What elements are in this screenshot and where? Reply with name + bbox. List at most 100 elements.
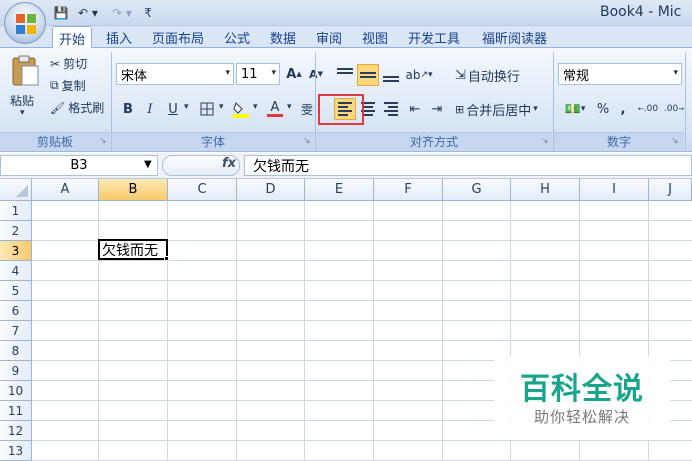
number-launcher-icon[interactable]: ↘ bbox=[670, 136, 680, 146]
tab-home[interactable]: 开始 bbox=[52, 26, 93, 49]
cut-button[interactable]: ✂ 剪切 bbox=[50, 55, 87, 72]
save-icon[interactable]: 💾 bbox=[52, 4, 70, 22]
paste-dropdown-icon[interactable]: ▾ bbox=[20, 108, 25, 118]
select-all-button[interactable] bbox=[0, 179, 32, 201]
highlight-box bbox=[318, 94, 364, 125]
grid-line bbox=[32, 340, 692, 341]
grid-line bbox=[32, 280, 692, 281]
column-header[interactable]: J bbox=[649, 179, 692, 201]
paste-icon[interactable] bbox=[8, 54, 42, 88]
accounting-format-icon[interactable]: 💵 ▾ bbox=[558, 98, 592, 120]
row-header[interactable]: 3 bbox=[0, 241, 32, 261]
decrease-decimal-button[interactable]: .00 → bbox=[662, 98, 686, 120]
underline-dropdown-icon[interactable]: ▾ bbox=[184, 102, 189, 112]
row-header[interactable]: 8 bbox=[0, 341, 32, 361]
office-logo-icon bbox=[16, 14, 36, 34]
insert-function-icon[interactable]: fx bbox=[222, 156, 236, 171]
number-format-combo[interactable]: 常规 ▾ bbox=[558, 63, 682, 85]
column-header[interactable]: A bbox=[32, 179, 99, 201]
column-header[interactable]: G bbox=[443, 179, 511, 201]
row-header[interactable]: 1 bbox=[0, 201, 32, 221]
font-color-dropdown-icon[interactable]: ▾ bbox=[287, 102, 292, 112]
paste-button[interactable]: 粘贴 bbox=[10, 92, 34, 109]
chevron-down-icon: ▾ bbox=[225, 68, 230, 78]
fill-color-dropdown-icon[interactable]: ▾ bbox=[253, 102, 258, 112]
borders-dropdown-icon[interactable]: ▾ bbox=[219, 102, 224, 112]
align-bottom-icon[interactable] bbox=[380, 64, 402, 86]
redo-icon[interactable]: ↷ ▾ bbox=[108, 4, 136, 22]
column-header[interactable]: B bbox=[99, 179, 168, 201]
increase-decimal-button[interactable]: ← .00 bbox=[636, 98, 660, 120]
row-header[interactable]: 13 bbox=[0, 441, 32, 461]
wrap-text-button[interactable]: ⇲ 自动换行 bbox=[454, 64, 544, 86]
row-header[interactable]: 11 bbox=[0, 401, 32, 421]
chevron-down-icon: ▾ bbox=[271, 68, 276, 78]
tab-formulas[interactable]: 公式 bbox=[218, 27, 256, 48]
brush-icon: 🖌 bbox=[50, 100, 66, 115]
font-color-icon[interactable]: A bbox=[264, 98, 286, 120]
column-header[interactable]: H bbox=[511, 179, 580, 201]
orientation-icon[interactable]: ab ↗▾ bbox=[404, 64, 434, 86]
column-header[interactable]: F bbox=[374, 179, 443, 201]
font-launcher-icon[interactable]: ↘ bbox=[302, 136, 312, 146]
column-header[interactable]: C bbox=[168, 179, 237, 201]
tab-view[interactable]: 视图 bbox=[356, 27, 394, 48]
name-box[interactable]: B3 bbox=[0, 155, 158, 176]
grid-line bbox=[32, 220, 692, 221]
wrap-text-icon: ⇲ bbox=[455, 67, 466, 83]
align-top-icon[interactable] bbox=[334, 64, 356, 86]
tab-data[interactable]: 数据 bbox=[264, 27, 302, 48]
undo-icon[interactable]: ↶ ▾ bbox=[74, 4, 102, 22]
align-middle-icon[interactable] bbox=[357, 64, 379, 86]
active-cell-b3[interactable]: 欠钱而无 bbox=[98, 239, 168, 260]
row-header[interactable]: 5 bbox=[0, 281, 32, 301]
chevron-down-icon: ▾ bbox=[533, 104, 538, 114]
italic-button[interactable]: I bbox=[140, 98, 160, 120]
row-header[interactable]: 9 bbox=[0, 361, 32, 381]
scissors-icon: ✂ bbox=[50, 56, 61, 71]
row-header[interactable]: 12 bbox=[0, 421, 32, 441]
font-size-combo[interactable]: 11 ▾ bbox=[236, 63, 280, 85]
copy-button[interactable]: ⧉ 复制 bbox=[50, 77, 86, 94]
row-header[interactable]: 7 bbox=[0, 321, 32, 341]
decrease-indent-icon[interactable]: ⇤ bbox=[404, 98, 426, 120]
formula-input[interactable]: 欠钱而无 bbox=[244, 155, 692, 176]
row-header[interactable]: 10 bbox=[0, 381, 32, 401]
column-header[interactable]: I bbox=[580, 179, 649, 201]
row-header[interactable]: 6 bbox=[0, 301, 32, 321]
shrink-font-button[interactable]: A ▼ bbox=[306, 63, 326, 85]
column-header[interactable]: E bbox=[305, 179, 374, 201]
bold-button[interactable]: B bbox=[118, 98, 138, 120]
column-header[interactable]: D bbox=[237, 179, 305, 201]
fill-handle[interactable] bbox=[164, 256, 169, 261]
tab-review[interactable]: 审阅 bbox=[310, 27, 348, 48]
office-button[interactable] bbox=[4, 2, 46, 44]
fill-color-icon[interactable] bbox=[230, 98, 252, 120]
underline-button[interactable]: U bbox=[162, 98, 184, 120]
clipboard-launcher-icon[interactable]: ↘ bbox=[98, 136, 108, 146]
name-box-dropdown-icon[interactable]: ▼ bbox=[144, 159, 152, 170]
watermark-subtitle: 助你轻松解决 bbox=[533, 408, 630, 426]
tab-page-layout[interactable]: 页面布局 bbox=[146, 27, 210, 48]
row-header[interactable]: 4 bbox=[0, 261, 32, 281]
alignment-group-label: 对齐方式 bbox=[316, 132, 552, 150]
font-name-combo[interactable]: 宋体 ▾ bbox=[116, 63, 234, 85]
alignment-launcher-icon[interactable]: ↘ bbox=[540, 136, 550, 146]
group-divider bbox=[685, 52, 686, 150]
borders-icon[interactable] bbox=[196, 98, 218, 120]
align-right-icon[interactable] bbox=[380, 98, 402, 120]
customize-quick-access-icon[interactable]: ₹ bbox=[142, 4, 154, 22]
format-painter-button[interactable]: 🖌 格式刷 bbox=[50, 99, 104, 116]
tab-insert[interactable]: 插入 bbox=[100, 27, 138, 48]
grow-font-button[interactable]: A ▲ bbox=[284, 63, 304, 85]
percent-style-button[interactable]: % bbox=[594, 98, 612, 120]
increase-indent-icon[interactable]: ⇥ bbox=[426, 98, 448, 120]
comma-style-button[interactable]: , bbox=[614, 98, 632, 120]
merge-center-button[interactable]: ⊞ 合并后居中 ▾ bbox=[454, 98, 550, 120]
clipboard-group-label: 剪贴板 bbox=[0, 132, 110, 150]
tab-developer[interactable]: 开发工具 bbox=[402, 27, 466, 48]
merge-cells-icon: ⊞ bbox=[455, 102, 465, 116]
tab-foxit-reader[interactable]: 福昕阅读器 bbox=[476, 27, 553, 48]
watermark-title: 百科全说 bbox=[520, 372, 644, 407]
row-header[interactable]: 2 bbox=[0, 221, 32, 241]
